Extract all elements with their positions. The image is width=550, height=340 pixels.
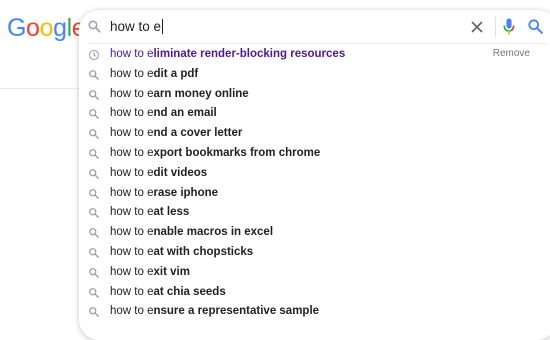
suggestion-text: how to edit videos (110, 165, 207, 181)
typed-prefix: how to e (110, 147, 154, 159)
completion-text: at with chopsticks (153, 246, 254, 258)
suggestion-item[interactable]: how to erase iphone (79, 183, 550, 203)
completion-text: nsure a representative sample (153, 305, 320, 318)
suggestion-text: how to end an email (110, 105, 217, 121)
suggestion-item[interactable]: how to eat less (79, 202, 550, 222)
completion-text: nd an email (153, 107, 217, 120)
search-box-divider (495, 17, 496, 37)
search-submit-button[interactable] (527, 18, 544, 35)
suggestion-text: how to eat chia seeds (110, 284, 226, 300)
suggestion-text: how to edit a pdf (110, 66, 198, 82)
search-autocomplete-panel: how to e how to eliminate render-blockin… (79, 10, 550, 340)
suggestion-item[interactable]: how to eat chia seeds (79, 282, 550, 302)
typed-prefix: how to e (110, 285, 154, 298)
typed-prefix: how to e (110, 186, 154, 199)
microphone-icon (503, 18, 515, 35)
suggestion-item[interactable]: how to exit vim (79, 262, 550, 282)
completion-text: rase iphone (153, 186, 219, 199)
typed-prefix: how to e (110, 166, 154, 179)
suggestion-text: how to earn money online (110, 86, 249, 102)
completion-text: liminate render-blocking resources (153, 48, 346, 60)
completion-text: dit videos (153, 166, 208, 179)
search-icon (528, 19, 543, 34)
typed-prefix: how to e (110, 226, 154, 239)
header-divider (0, 88, 80, 89)
typed-prefix: how to e (110, 246, 154, 258)
text-cursor (162, 19, 164, 34)
suggestion-text: how to eat less (110, 204, 189, 220)
suggestion-item[interactable]: how to end a cover letter (79, 123, 550, 143)
completion-text: at less (153, 206, 190, 219)
search-icon (88, 305, 100, 323)
clear-button[interactable] (469, 19, 485, 35)
typed-prefix: how to e (110, 127, 154, 140)
suggestion-text: how to erase iphone (110, 185, 218, 201)
suggestion-text: how to exit vim (110, 264, 190, 280)
typed-prefix: how to e (110, 265, 154, 278)
logo-letter: o (39, 14, 54, 42)
search-box[interactable]: how to e (79, 10, 550, 44)
suggestion-text: how to enable macros in excel (110, 224, 273, 240)
suggestion-item[interactable]: how to edit a pdf (79, 64, 550, 84)
typed-prefix: how to e (110, 67, 154, 80)
suggestion-item[interactable]: how to export bookmarks from chrome (79, 143, 550, 163)
search-input-text: how to e (110, 19, 162, 34)
suggestion-text: how to eliminate render-blocking resourc… (110, 46, 345, 62)
completion-text: xport bookmarks from chrome (153, 147, 321, 159)
completion-text: at chia seeds (153, 285, 226, 298)
voice-search-button[interactable] (503, 18, 515, 36)
close-icon (471, 21, 483, 33)
logo-letter: g (53, 14, 67, 42)
completion-text: xit vim (153, 265, 190, 278)
suggestion-item[interactable]: how to ensure a representative sample (79, 301, 550, 321)
suggestion-item[interactable]: how to edit videos (79, 163, 550, 183)
suggestion-item[interactable]: how to end an email (79, 103, 550, 123)
google-logo[interactable]: Google (7, 13, 86, 43)
typed-prefix: how to e (110, 305, 154, 318)
remove-history-button[interactable]: Remove (493, 47, 530, 61)
suggestion-text: how to ensure a representative sample (110, 303, 319, 319)
completion-text: arn money online (153, 87, 249, 100)
typed-prefix: how to e (110, 206, 154, 219)
search-input[interactable]: how to e (110, 19, 164, 35)
logo-letter: o (26, 14, 40, 42)
suggestion-text: how to eat with chopsticks (110, 244, 253, 260)
suggestion-item[interactable]: how to eat with chopsticks (79, 242, 550, 262)
completion-text: nd a cover letter (153, 127, 243, 140)
suggestion-text: how to export bookmarks from chrome (110, 145, 320, 161)
logo-letter: G (7, 14, 27, 42)
suggestion-item[interactable]: how to enable macros in excel (79, 222, 550, 242)
typed-prefix: how to e (110, 87, 154, 100)
completion-text: nable macros in excel (153, 226, 274, 239)
typed-prefix: how to e (110, 48, 154, 60)
suggestion-text: how to end a cover letter (110, 125, 242, 141)
suggestion-item[interactable]: how to earn money online (79, 84, 550, 104)
search-icon (87, 19, 102, 39)
history-suggestion[interactable]: how to eliminate render-blocking resourc… (79, 44, 550, 64)
completion-text: dit a pdf (153, 67, 199, 80)
typed-prefix: how to e (110, 107, 154, 120)
